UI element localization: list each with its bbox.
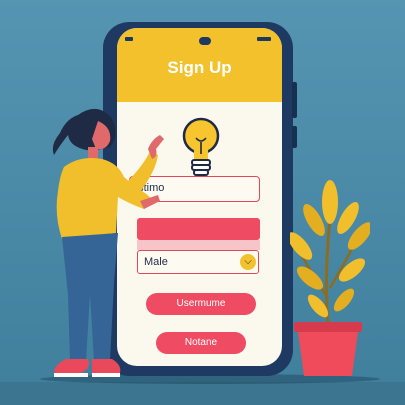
camera-notch (199, 37, 211, 45)
status-bar (117, 28, 282, 50)
page-title: Sign Up (167, 58, 232, 77)
illustration-scene: Sign Up ustimo Male ⌵ Usermume Notane (0, 0, 405, 405)
floor (0, 382, 405, 405)
woman-illustration (52, 108, 164, 377)
phone-side-button (292, 126, 297, 148)
status-indicator (125, 37, 133, 41)
lightbulb-icon (182, 117, 220, 178)
potted-plant-illustration (290, 180, 370, 376)
phone-side-button (292, 82, 297, 118)
chevron-down-icon[interactable]: ⌵ (240, 254, 256, 270)
battery-icon (257, 37, 271, 41)
